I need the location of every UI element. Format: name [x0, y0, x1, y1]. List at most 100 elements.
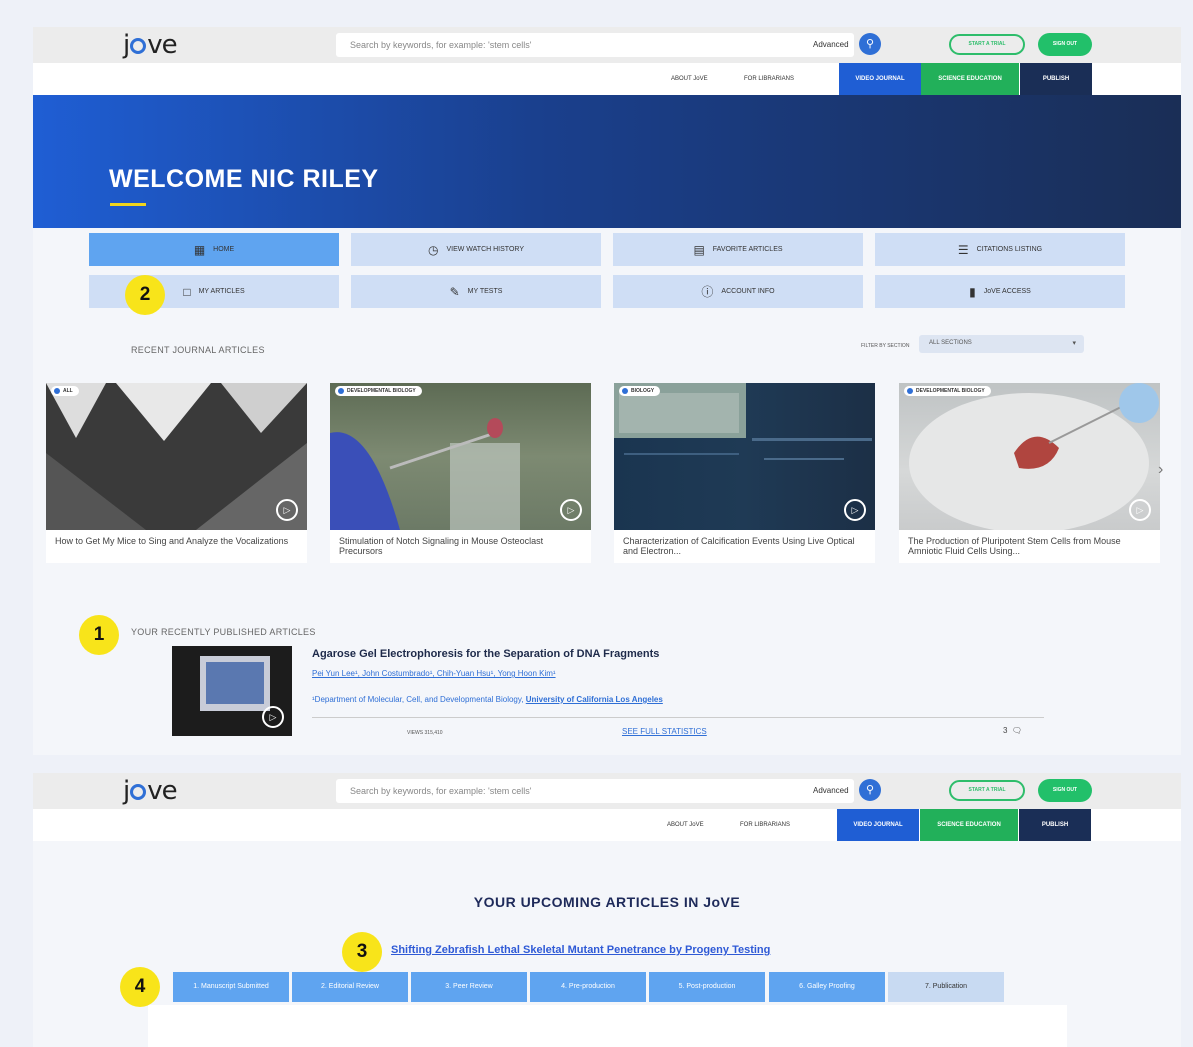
thumbnail-image: [909, 383, 1159, 530]
callout-badge: 3: [342, 932, 382, 972]
article-card[interactable]: DEVELOPMENTAL BIOLOGY ▷ The Production o…: [899, 383, 1160, 563]
upcoming-article-title[interactable]: Shifting Zebrafish Lethal Skeletal Mutan…: [391, 944, 770, 956]
advanced-search-link[interactable]: Advanced: [813, 786, 849, 795]
stage-manuscript-submitted[interactable]: 1. Manuscript Submitted: [173, 972, 289, 1002]
sign-out-button[interactable]: SIGN OUT: [1038, 779, 1092, 802]
affiliation-university: University of California Los Angeles: [525, 695, 663, 704]
article-card[interactable]: ALL ▷ How to Get My Mice to Sing and Ana…: [46, 383, 307, 563]
recent-articles-label: RECENT JOURNAL ARTICLES: [131, 345, 265, 355]
category-tag: BIOLOGY: [619, 386, 661, 396]
nav-about-jove[interactable]: ABOUT JoVE: [667, 822, 704, 828]
history-icon: ◷: [427, 242, 439, 257]
access-icon: ▮: [969, 284, 976, 299]
stage-publication[interactable]: 7. Publication: [888, 972, 1004, 1002]
play-icon[interactable]: ▷: [262, 706, 284, 728]
nav-for-librarians[interactable]: FOR LIBRARIANS: [740, 822, 790, 828]
comment-icon: 🗨: [1011, 726, 1023, 735]
comments-number: 3: [1003, 726, 1008, 735]
welcome-title: WELCOME NIC RILEY: [109, 165, 379, 193]
tab-science-education[interactable]: SCIENCE EDUCATION: [921, 63, 1019, 95]
menu-favorite-articles[interactable]: ▤ FAVORITE ARTICLES: [613, 233, 863, 266]
views-count: VIEWS 315,410: [407, 730, 443, 736]
callout-badge: 1: [79, 615, 119, 655]
callout-badge: 2: [125, 275, 165, 315]
menu-account-info[interactable]: ⓘ ACCOUNT INFO: [613, 275, 863, 308]
advanced-search-link[interactable]: Advanced: [813, 40, 849, 49]
category-tag: ALL: [51, 386, 79, 396]
nav-for-librarians[interactable]: FOR LIBRARIANS: [744, 76, 794, 82]
tab-science-education[interactable]: SCIENCE EDUCATION: [920, 809, 1018, 841]
sign-out-button[interactable]: SIGN OUT: [1038, 33, 1092, 56]
top-bar: j ve Search by keywords, for example: 'st…: [33, 773, 1181, 809]
thumbnail-image: [614, 383, 872, 460]
nav-about-jove[interactable]: ABOUT JoVE: [671, 76, 708, 82]
see-full-statistics-link[interactable]: SEE FULL STATISTICS: [622, 727, 707, 736]
articles-icon: □: [183, 284, 191, 299]
menu-citations-listing[interactable]: ☰ CITATIONS LISTING: [875, 233, 1125, 266]
main-nav: ABOUT JoVE FOR LIBRARIANS VIDEO JOURNAL …: [33, 63, 1181, 95]
divider: [312, 717, 1044, 718]
category-tag: DEVELOPMENTAL BIOLOGY: [335, 386, 422, 396]
stage-editorial-review[interactable]: 2. Editorial Review: [292, 972, 408, 1002]
search-icon[interactable]: ⚲: [859, 33, 881, 55]
tab-publish[interactable]: PUBLISH: [1020, 63, 1092, 95]
chevron-right-icon[interactable]: ›: [1158, 461, 1163, 479]
title-underline: [110, 203, 146, 206]
article-title[interactable]: Stimulation of Notch Signaling in Mouse …: [339, 536, 584, 556]
tab-video-journal[interactable]: VIDEO JOURNAL: [837, 809, 919, 841]
jove-logo[interactable]: j ve: [123, 776, 178, 806]
play-icon[interactable]: ▷: [560, 499, 582, 521]
chevron-down-icon: ▾: [1072, 340, 1076, 347]
published-article-title[interactable]: Agarose Gel Electrophoresis for the Sepa…: [312, 648, 659, 660]
menu-label: CITATIONS LISTING: [976, 246, 1043, 253]
article-affiliation[interactable]: ¹Department of Molecular, Cell, and Deve…: [312, 695, 663, 704]
menu-my-tests[interactable]: ✎ MY TESTS: [351, 275, 601, 308]
tab-video-journal[interactable]: VIDEO JOURNAL: [839, 63, 921, 95]
category-tag: DEVELOPMENTAL BIOLOGY: [904, 386, 991, 396]
comments-count[interactable]: 3 🗨: [1003, 726, 1022, 735]
search-input[interactable]: Search by keywords, for example: 'stem c…: [336, 33, 854, 57]
stage-details-box: [148, 1005, 1067, 1047]
welcome-banner: WELCOME NIC RILEY: [33, 95, 1181, 228]
article-card[interactable]: BIOLOGY ▷ Characterization of Calcificat…: [614, 383, 875, 563]
search-input[interactable]: Search by keywords, for example: 'stem c…: [336, 779, 854, 803]
stage-galley-proofing[interactable]: 6. Galley Proofing: [769, 972, 885, 1002]
published-article-thumbnail[interactable]: ▷: [172, 646, 292, 736]
menu-label: HOME: [213, 246, 235, 253]
thumbnail-image: [46, 383, 307, 530]
upcoming-heading: YOUR UPCOMING ARTICLES IN JoVE: [473, 894, 741, 910]
start-trial-button[interactable]: START A TRIAL: [949, 780, 1025, 801]
start-trial-button[interactable]: START A TRIAL: [949, 34, 1025, 55]
article-title[interactable]: The Production of Pluripotent Stem Cells…: [908, 536, 1153, 556]
menu-label: FAVORITE ARTICLES: [712, 246, 783, 253]
top-bar: j ve Search by keywords, for example: 'st…: [33, 27, 1181, 63]
stage-peer-review[interactable]: 3. Peer Review: [411, 972, 527, 1002]
favorite-icon: ▤: [693, 242, 705, 257]
stage-post-production[interactable]: 5. Post-production: [649, 972, 765, 1002]
tab-publish[interactable]: PUBLISH: [1019, 809, 1091, 841]
citations-icon: ☰: [957, 242, 969, 257]
published-articles-label: YOUR RECENTLY PUBLISHED ARTICLES: [131, 627, 316, 637]
article-title[interactable]: How to Get My Mice to Sing and Analyze t…: [55, 536, 300, 546]
article-thumbnail: DEVELOPMENTAL BIOLOGY ▷: [899, 383, 1160, 530]
jove-logo[interactable]: j ve: [123, 30, 178, 60]
stage-pre-production[interactable]: 4. Pre-production: [530, 972, 646, 1002]
article-authors[interactable]: Pei Yun Lee¹, John Costumbrado¹, Chih-Yu…: [312, 669, 556, 678]
play-icon[interactable]: ▷: [276, 499, 298, 521]
section-filter-select[interactable]: ALL SECTIONS ▾: [919, 335, 1084, 353]
menu-label: VIEW WATCH HISTORY: [446, 246, 524, 253]
thumbnail-image: [330, 418, 520, 530]
search-icon[interactable]: ⚲: [859, 779, 881, 801]
menu-home[interactable]: ▦ HOME: [89, 233, 339, 266]
tests-icon: ✎: [449, 284, 460, 299]
menu-jove-access[interactable]: ▮ JoVE ACCESS: [875, 275, 1125, 308]
menu-watch-history[interactable]: ◷ VIEW WATCH HISTORY: [351, 233, 601, 266]
menu-label: MY ARTICLES: [198, 288, 245, 295]
upcoming-articles-panel: j ve Search by keywords, for example: 'st…: [33, 773, 1181, 1047]
dashboard-panel: j ve Search by keywords, for example: 'st…: [33, 27, 1181, 755]
play-icon[interactable]: ▷: [844, 499, 866, 521]
play-icon[interactable]: ▷: [1129, 499, 1151, 521]
article-card[interactable]: DEVELOPMENTAL BIOLOGY ▷ Stimulation of N…: [330, 383, 591, 563]
affiliation-department: ¹Department of Molecular, Cell, and Deve…: [312, 695, 524, 704]
article-title[interactable]: Characterization of Calcification Events…: [623, 536, 868, 556]
